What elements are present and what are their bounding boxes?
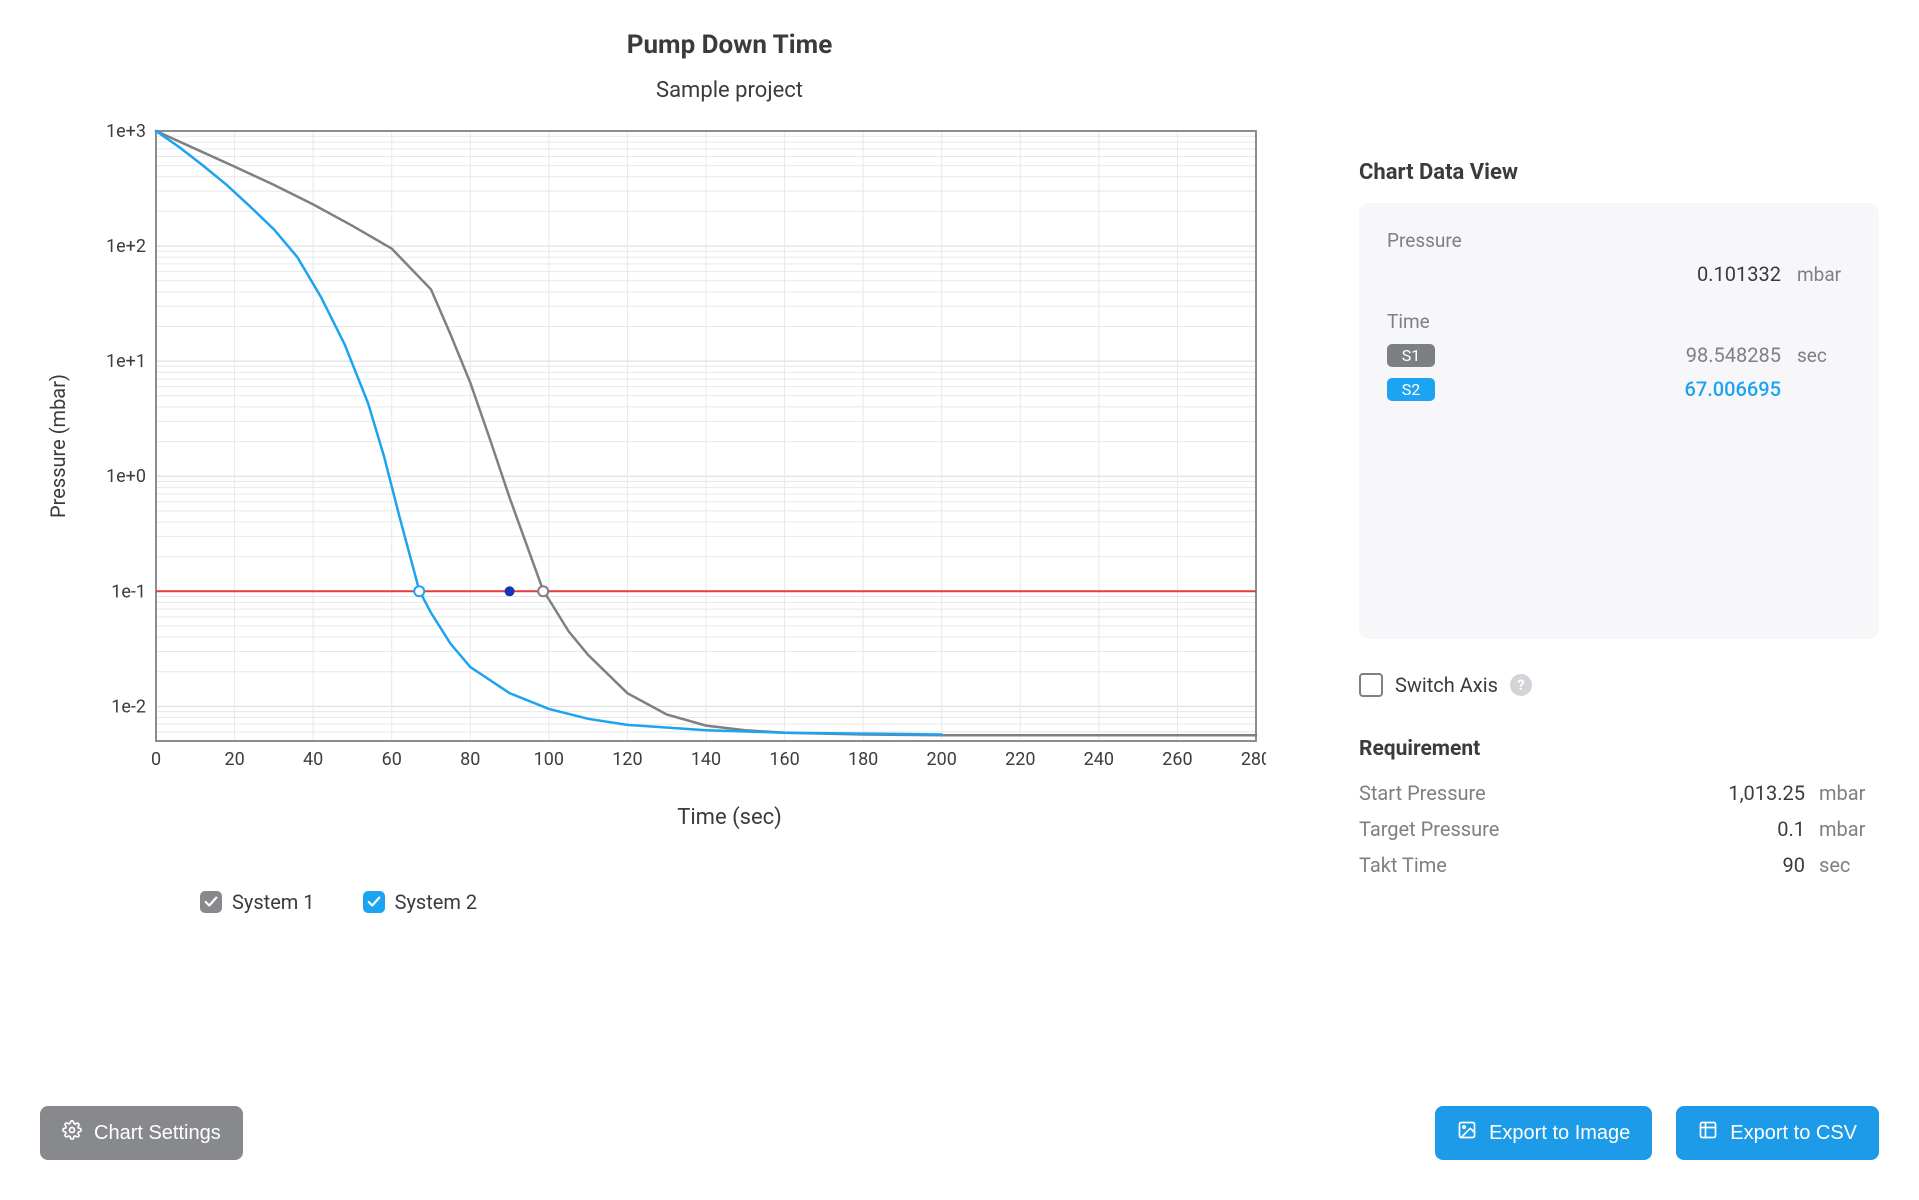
side-column: Chart Data View Pressure 0.101332 mbar T…: [1359, 30, 1879, 1066]
export-csv-button[interactable]: Export to CSV: [1676, 1106, 1879, 1160]
export-buttons: Export to Image Export to CSV: [1435, 1106, 1879, 1160]
app-root: Pump Down Time Sample project Pressure (…: [40, 30, 1879, 1200]
req-takt-time-label: Takt Time: [1359, 853, 1447, 877]
x-tick-label: 220: [1005, 749, 1035, 770]
x-axis-label: Time (sec): [40, 805, 1319, 830]
series-1-marker: [538, 586, 548, 596]
s1-time-unit: sec: [1797, 344, 1851, 367]
checkbox-system1[interactable]: [200, 891, 222, 913]
x-tick-label: 240: [1084, 749, 1114, 770]
image-icon: [1457, 1120, 1477, 1146]
x-tick-label: 200: [927, 749, 957, 770]
takt-time-marker: [505, 586, 515, 596]
x-tick-label: 180: [848, 749, 878, 770]
x-tick-label: 100: [534, 749, 564, 770]
checkbox-system2[interactable]: [363, 891, 385, 913]
req-takt-time-unit: sec: [1819, 853, 1879, 877]
chart-settings-button[interactable]: Chart Settings: [40, 1106, 243, 1160]
req-start-pressure-label: Start Pressure: [1359, 781, 1486, 805]
pressure-label: Pressure: [1387, 229, 1851, 252]
chart-frame: Pressure (mbar) 1e+3 1e+2 1e+1 1e+0 1e-1 1e-2…: [40, 121, 1319, 771]
y-tick-label: 1e-1: [111, 581, 146, 602]
req-start-pressure: Start Pressure 1,013.25 mbar: [1359, 775, 1879, 811]
req-start-pressure-value: 1,013.25: [1486, 781, 1805, 805]
time-label: Time: [1387, 310, 1851, 333]
grid-major: 1e+3 1e+2 1e+1 1e+0 1e-1 1e-2 0 20 40 60 80 100 120 1…: [106, 121, 1266, 770]
x-tick-label: 0: [151, 749, 161, 770]
s2-time-value: 67.006695: [1451, 377, 1781, 401]
chart-settings-label: Chart Settings: [94, 1122, 221, 1145]
x-tick-label: 60: [382, 749, 402, 770]
requirement-heading: Requirement: [1359, 737, 1879, 761]
s2-badge: S2: [1387, 378, 1435, 401]
plot-wrap: 1e+3 1e+2 1e+1 1e+0 1e-1 1e-2 0 20 40 60 80 100 120 1…: [76, 121, 1319, 771]
switch-axis-row[interactable]: Switch Axis ?: [1359, 673, 1879, 697]
pressure-unit: mbar: [1797, 263, 1851, 286]
req-start-pressure-unit: mbar: [1819, 781, 1879, 805]
chart-column: Pump Down Time Sample project Pressure (…: [40, 30, 1319, 1066]
y-tick-label: 1e-2: [111, 696, 146, 717]
y-axis-label-wrap: Pressure (mbar): [40, 121, 76, 771]
legend-label-system1: System 1: [232, 890, 315, 914]
x-tick-label: 120: [612, 749, 642, 770]
table-icon: [1698, 1120, 1718, 1146]
chart-data-view-heading: Chart Data View: [1359, 160, 1879, 185]
y-tick-label: 1e+3: [106, 121, 146, 142]
export-image-button[interactable]: Export to Image: [1435, 1106, 1652, 1160]
data-view-panel: Pressure 0.101332 mbar Time S1 98.548285…: [1359, 203, 1879, 639]
x-tick-label: 160: [769, 749, 799, 770]
action-bar: Chart Settings Export to Image Export to…: [40, 1066, 1879, 1200]
gear-icon: [62, 1120, 82, 1146]
switch-axis-label: Switch Axis: [1395, 673, 1498, 697]
x-tick-label: 260: [1162, 749, 1192, 770]
pressure-row: 0.101332 mbar: [1387, 262, 1851, 286]
req-takt-time: Takt Time 90 sec: [1359, 847, 1879, 883]
pump-down-chart[interactable]: 1e+3 1e+2 1e+1 1e+0 1e-1 1e-2 0 20 40 60 80 100 120 1…: [76, 121, 1266, 771]
time-row-s1: S1 98.548285 sec: [1387, 343, 1851, 367]
chart-subtitle: Sample project: [40, 78, 1319, 103]
req-takt-time-value: 90: [1447, 853, 1805, 877]
legend: System 1 System 2: [40, 890, 1319, 914]
pressure-value: 0.101332: [1441, 262, 1781, 286]
x-tick-label: 280: [1241, 749, 1266, 770]
export-image-label: Export to Image: [1489, 1122, 1630, 1145]
req-target-pressure-unit: mbar: [1819, 817, 1879, 841]
chart-title: Pump Down Time: [40, 30, 1319, 60]
y-tick-label: 1e+2: [106, 236, 146, 257]
req-target-pressure: Target Pressure 0.1 mbar: [1359, 811, 1879, 847]
series-2-marker: [414, 586, 424, 596]
x-tick-label: 140: [691, 749, 721, 770]
x-tick-label: 40: [303, 749, 323, 770]
switch-axis-checkbox[interactable]: [1359, 673, 1383, 697]
top-area: Pump Down Time Sample project Pressure (…: [40, 30, 1879, 1066]
help-icon[interactable]: ?: [1510, 674, 1532, 696]
x-tick-label: 80: [460, 749, 480, 770]
y-tick-label: 1e+1: [106, 351, 146, 372]
legend-label-system2: System 2: [395, 890, 478, 914]
time-row-s2: S2 67.006695: [1387, 377, 1851, 401]
req-target-pressure-value: 0.1: [1499, 817, 1805, 841]
x-tick-label: 20: [224, 749, 244, 770]
legend-item-system2[interactable]: System 2: [363, 890, 478, 914]
s1-badge: S1: [1387, 344, 1435, 367]
req-target-pressure-label: Target Pressure: [1359, 817, 1499, 841]
export-csv-label: Export to CSV: [1730, 1122, 1857, 1145]
y-tick-label: 1e+0: [106, 466, 146, 487]
legend-item-system1[interactable]: System 1: [200, 890, 315, 914]
y-axis-label: Pressure (mbar): [46, 374, 70, 518]
s1-time-value: 98.548285: [1451, 343, 1781, 367]
